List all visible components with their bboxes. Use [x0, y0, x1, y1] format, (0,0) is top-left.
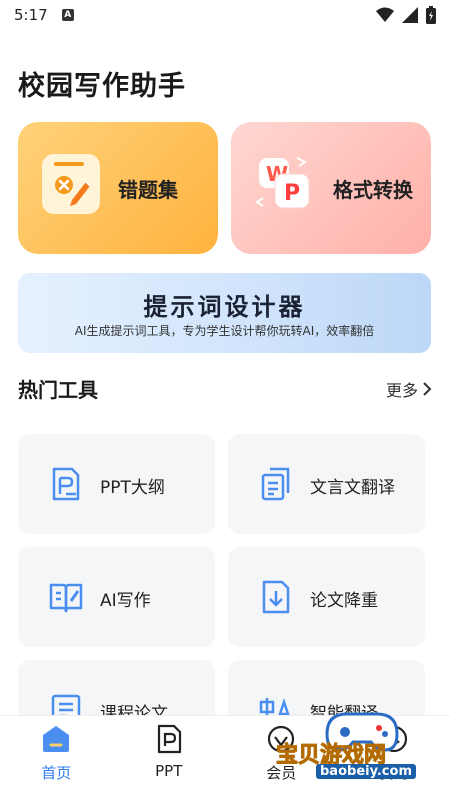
wifi-icon — [376, 7, 394, 22]
watermark-url: baobeiy.com — [316, 764, 416, 779]
nav-item-ppt[interactable]: PPT — [113, 716, 226, 800]
banner-subtitle: AI生成提示词工具，专为学生设计帮你玩转AI，效率翻倍 — [74, 324, 375, 338]
tool-tile-paper-rewrite[interactable]: 论文降重 — [228, 547, 425, 647]
status-time: 5:17 — [14, 6, 48, 24]
document-icon — [52, 467, 80, 501]
nav-item-home[interactable]: 首页 — [0, 716, 113, 800]
format-convert-label: 格式转换 — [333, 178, 413, 202]
section-title: 热门工具 — [18, 378, 98, 402]
wrong-answers-card[interactable]: 错题集 — [18, 122, 218, 254]
format-convert-icon: W P — [255, 157, 310, 209]
prompt-designer-banner[interactable]: 提示词设计器 AI生成提示词工具，专为学生设计帮你玩转AI，效率翻倍 — [18, 273, 431, 353]
home-icon — [43, 726, 70, 752]
tool-tile-ai-writing[interactable]: AI写作 — [18, 547, 215, 647]
hot-tools-header: 热门工具 更多 — [18, 374, 432, 403]
banner-title: 提示词设计器 — [143, 292, 306, 321]
signal-icon — [402, 7, 418, 23]
wrong-answers-icon — [42, 154, 100, 214]
tool-tile-classical-translate[interactable]: 文言文翻译 — [228, 434, 425, 534]
tool-label: AI写作 — [100, 591, 151, 611]
page-title: 校园写作助手 — [18, 71, 186, 102]
format-convert-card[interactable]: W P 格式转换 — [231, 122, 431, 254]
copy-document-icon — [261, 467, 290, 501]
tool-label: 论文降重 — [310, 591, 378, 611]
tool-tile-ppt-outline[interactable]: PPT大纲 — [18, 434, 215, 534]
tool-label: PPT大纲 — [100, 478, 165, 498]
ppt-icon — [157, 724, 181, 754]
more-link[interactable]: 更多 — [386, 377, 432, 401]
badge-letter-p: P — [284, 181, 300, 206]
more-label: 更多 — [385, 380, 418, 400]
chevron-right-icon — [423, 381, 432, 396]
nav-label: 首页 — [41, 764, 72, 782]
book-pen-icon — [49, 583, 83, 613]
wrong-answers-label: 错题集 — [118, 178, 178, 202]
nav-label: PPT — [155, 762, 183, 780]
notification-icon: A — [61, 9, 74, 21]
tool-label: 文言文翻译 — [310, 478, 395, 498]
battery-icon — [426, 6, 436, 24]
status-bar: 5:17 A — [0, 0, 450, 30]
download-document-icon — [262, 580, 290, 614]
